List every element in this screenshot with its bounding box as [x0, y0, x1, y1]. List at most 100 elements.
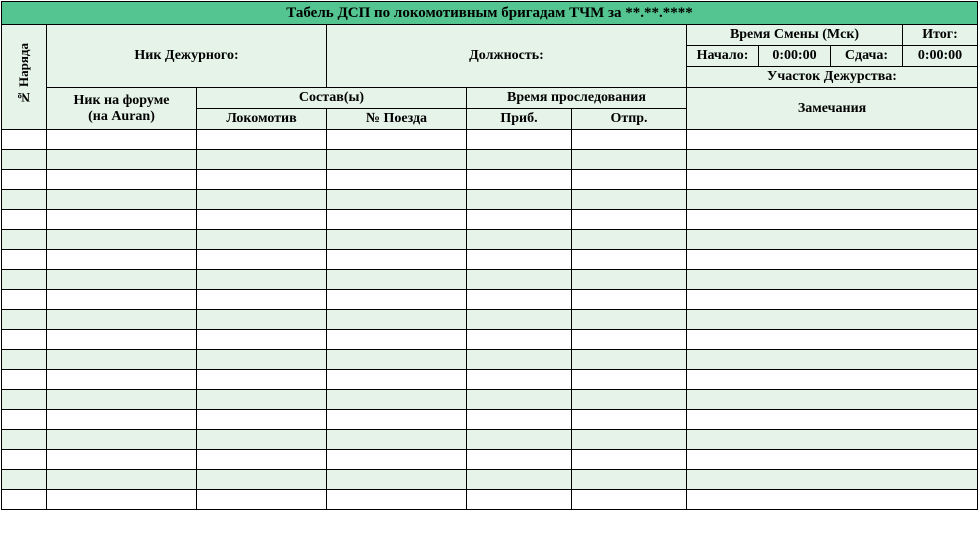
cell	[572, 170, 687, 190]
cell	[2, 330, 47, 350]
cell	[327, 270, 467, 290]
cell	[197, 330, 327, 350]
cell	[572, 270, 687, 290]
cell	[327, 410, 467, 430]
cell	[2, 270, 47, 290]
cell	[327, 130, 467, 150]
cell	[47, 250, 197, 270]
cell	[197, 370, 327, 390]
cell	[197, 390, 327, 410]
table-title: Табель ДСП по локомотивным бригадам ТЧМ …	[2, 2, 978, 25]
cell	[197, 170, 327, 190]
cell	[687, 350, 978, 370]
cell	[47, 390, 197, 410]
cell	[327, 490, 467, 510]
cell	[572, 150, 687, 170]
cell	[47, 130, 197, 150]
cell	[687, 270, 978, 290]
cell	[467, 230, 572, 250]
col-remarks: Замечания	[687, 88, 978, 130]
cell	[467, 490, 572, 510]
cell	[327, 150, 467, 170]
cell	[572, 190, 687, 210]
cell	[572, 310, 687, 330]
cell	[572, 130, 687, 150]
col-pass-time: Время проследования	[467, 88, 687, 109]
cell	[467, 470, 572, 490]
cell	[327, 170, 467, 190]
cell	[467, 210, 572, 230]
cell	[687, 310, 978, 330]
table-row	[2, 290, 978, 310]
cell	[327, 190, 467, 210]
col-consist: Состав(ы)	[197, 88, 467, 109]
cell	[197, 350, 327, 370]
cell	[197, 490, 327, 510]
cell	[572, 330, 687, 350]
cell	[197, 130, 327, 150]
cell	[327, 450, 467, 470]
table-row	[2, 470, 978, 490]
cell	[2, 390, 47, 410]
cell	[467, 150, 572, 170]
cell	[572, 450, 687, 470]
cell	[2, 190, 47, 210]
cell	[572, 390, 687, 410]
cell	[467, 190, 572, 210]
cell	[197, 190, 327, 210]
cell	[47, 150, 197, 170]
handover-value: 0:00:00	[903, 46, 978, 67]
cell	[687, 410, 978, 430]
cell	[327, 210, 467, 230]
cell	[572, 210, 687, 230]
table-row	[2, 490, 978, 510]
table-row	[2, 150, 978, 170]
cell	[47, 310, 197, 330]
table-row	[2, 410, 978, 430]
cell	[467, 370, 572, 390]
timesheet-table: Табель ДСП по локомотивным бригадам ТЧМ …	[1, 1, 978, 510]
cell	[197, 310, 327, 330]
cell	[2, 470, 47, 490]
cell	[572, 350, 687, 370]
cell	[2, 430, 47, 450]
cell	[197, 290, 327, 310]
col-arrival: Приб.	[467, 109, 572, 130]
cell	[327, 370, 467, 390]
cell	[47, 270, 197, 290]
duty-area-label: Участок Дежурства:	[687, 67, 978, 88]
cell	[327, 250, 467, 270]
col-loco: Локомотив	[197, 109, 327, 130]
cell	[467, 330, 572, 350]
cell	[47, 210, 197, 230]
cell	[197, 450, 327, 470]
cell	[327, 430, 467, 450]
table-row	[2, 330, 978, 350]
cell	[687, 430, 978, 450]
cell	[2, 290, 47, 310]
cell	[572, 430, 687, 450]
cell	[47, 490, 197, 510]
cell	[467, 290, 572, 310]
cell	[2, 210, 47, 230]
cell	[687, 130, 978, 150]
cell	[467, 250, 572, 270]
cell	[687, 250, 978, 270]
table-row	[2, 390, 978, 410]
cell	[47, 290, 197, 310]
cell	[467, 410, 572, 430]
table-row	[2, 230, 978, 250]
cell	[687, 230, 978, 250]
cell	[2, 450, 47, 470]
cell	[467, 310, 572, 330]
table-row	[2, 210, 978, 230]
cell	[572, 410, 687, 430]
cell	[572, 490, 687, 510]
table-row	[2, 250, 978, 270]
cell	[572, 290, 687, 310]
cell	[572, 250, 687, 270]
cell	[467, 450, 572, 470]
col-train-no: № Поезда	[327, 109, 467, 130]
cell	[47, 410, 197, 430]
cell	[467, 350, 572, 370]
